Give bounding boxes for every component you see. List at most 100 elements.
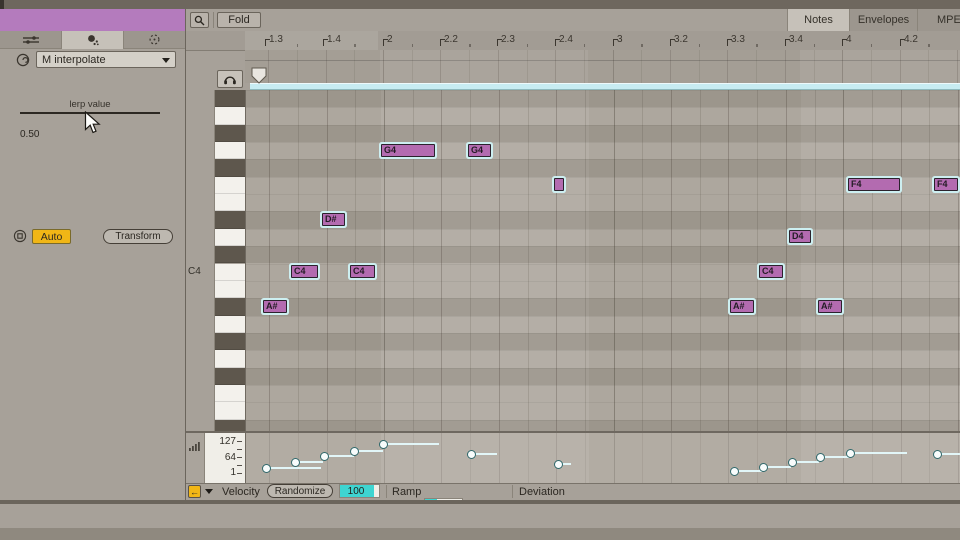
- scrub-area[interactable]: [245, 50, 960, 83]
- grid-line-vertical: [528, 90, 529, 432]
- param-value[interactable]: 0.50: [20, 129, 39, 140]
- ruler-tick-label[interactable]: 2.3: [501, 34, 515, 45]
- device-selector-value: M interpolate: [42, 54, 106, 66]
- grid-line-vertical: [728, 90, 729, 432]
- grid-line-vertical: [786, 433, 787, 483]
- ruler-subdivision-dash: [641, 44, 643, 47]
- grid-line-vertical: [901, 90, 902, 432]
- note-grid[interactable]: [245, 90, 960, 432]
- chevron-down-icon: [162, 58, 170, 63]
- fold-button[interactable]: Fold: [217, 12, 261, 28]
- piano-key-white[interactable]: [215, 350, 245, 367]
- device-tab-modulation[interactable]: [123, 31, 185, 49]
- lane-chooser-arrow[interactable]: [205, 489, 213, 494]
- grid-line-vertical: [528, 433, 529, 483]
- piano-key-white[interactable]: [215, 264, 245, 281]
- velocity-point[interactable]: [730, 467, 739, 476]
- ruler-tick-label[interactable]: 4: [846, 34, 852, 45]
- fold-button-label: Fold: [228, 14, 249, 26]
- ruler-tick-label[interactable]: 2.2: [444, 34, 458, 45]
- piano-key-black[interactable]: [215, 90, 245, 107]
- piano-key-white[interactable]: [215, 316, 245, 333]
- velocity-point[interactable]: [933, 450, 942, 459]
- piano-key-white[interactable]: [215, 385, 245, 402]
- preview-headphone-button[interactable]: [217, 70, 243, 88]
- randomize-button[interactable]: Randomize: [267, 484, 333, 498]
- grid-line-vertical: [671, 433, 672, 483]
- piano-key-white[interactable]: [215, 177, 245, 194]
- zoom-search-button[interactable]: [190, 12, 209, 28]
- ruler-tick-label[interactable]: 3: [617, 34, 623, 45]
- velocity-point[interactable]: [816, 453, 825, 462]
- velocity-point[interactable]: [379, 440, 388, 449]
- piano-keys[interactable]: [214, 90, 245, 432]
- piano-key-black[interactable]: [215, 246, 245, 263]
- device-power-icon[interactable]: [16, 53, 30, 67]
- velocity-point[interactable]: [320, 452, 329, 461]
- auto-mode-icon[interactable]: [13, 229, 27, 243]
- playhead-marker[interactable]: [251, 67, 267, 84]
- ruler-tick-label[interactable]: 1.3: [269, 34, 283, 45]
- velocity-scale-max: 127: [219, 436, 236, 447]
- grid-line-vertical: [499, 433, 500, 483]
- piano-key-white[interactable]: [215, 229, 245, 246]
- beat-time-ruler[interactable]: 1.3 1.4 2 2.2 2.3 2.4 3 3.2 3.3 3.4 4 4.2: [186, 31, 960, 51]
- velocity-duration-line: [850, 452, 907, 454]
- device-title-bar[interactable]: [0, 9, 185, 31]
- grid-line-vertical: [700, 90, 701, 432]
- velocity-point[interactable]: [350, 447, 359, 456]
- piano-key-white[interactable]: [215, 402, 245, 419]
- grid-line-vertical: [555, 50, 556, 83]
- lane-name-label[interactable]: Velocity: [222, 486, 260, 498]
- bar-shading: [800, 50, 960, 83]
- ruler-tick-label[interactable]: 1.4: [327, 34, 341, 45]
- deviation-label: Deviation: [519, 486, 565, 498]
- grid-line-vertical: [929, 433, 930, 483]
- bar-separator-1: [386, 485, 387, 498]
- velocity-point[interactable]: [262, 464, 271, 473]
- velocity-point[interactable]: [788, 458, 797, 467]
- sliders-icon: [23, 35, 39, 45]
- velocity-point[interactable]: [291, 458, 300, 467]
- piano-key-white[interactable]: [215, 107, 245, 124]
- ruler-tick-label[interactable]: 4.2: [904, 34, 918, 45]
- tab-mpe[interactable]: MPE: [917, 9, 960, 31]
- auto-button[interactable]: Auto: [32, 229, 71, 244]
- grid-line-vertical: [901, 433, 902, 483]
- piano-key-black[interactable]: [215, 211, 245, 228]
- black-key-row-stripe: [246, 125, 960, 142]
- piano-key-black[interactable]: [215, 125, 245, 142]
- grid-line-vertical: [355, 433, 356, 483]
- grid-line-vertical: [843, 90, 844, 432]
- ruler-tick-label[interactable]: 3.3: [731, 34, 745, 45]
- velocity-point[interactable]: [554, 460, 563, 469]
- piano-key-white[interactable]: [215, 281, 245, 298]
- row-divider: [246, 368, 960, 369]
- black-key-row-stripe: [246, 211, 960, 228]
- piano-key-white[interactable]: [215, 142, 245, 159]
- left-arrow-icon: ←: [190, 487, 199, 497]
- piano-key-black[interactable]: [215, 333, 245, 350]
- velocity-point[interactable]: [467, 450, 476, 459]
- piano-key-black[interactable]: [215, 298, 245, 315]
- device-selector-dropdown[interactable]: M interpolate: [36, 51, 176, 68]
- ruler-tick-label[interactable]: 2: [387, 34, 393, 45]
- ruler-tick-label[interactable]: 3.4: [789, 34, 803, 45]
- ruler-tick-label[interactable]: 3.2: [674, 34, 688, 45]
- lane-back-button[interactable]: ←: [188, 485, 201, 498]
- ruler-subdivision-dash: [584, 44, 586, 47]
- device-tab-expression[interactable]: [61, 31, 123, 49]
- velocity-point[interactable]: [759, 463, 768, 472]
- velocity-editor[interactable]: [245, 433, 960, 483]
- ruler-tick-label[interactable]: 2.4: [559, 34, 573, 45]
- randomize-amount-field[interactable]: 100: [339, 484, 380, 498]
- piano-key-black[interactable]: [215, 159, 245, 176]
- piano-key-white[interactable]: [215, 194, 245, 211]
- loop-bar[interactable]: [250, 83, 960, 90]
- transform-button[interactable]: Transform: [103, 229, 173, 244]
- device-tab-sliders[interactable]: [0, 31, 61, 49]
- tab-notes[interactable]: Notes: [787, 9, 849, 31]
- tab-envelopes[interactable]: Envelopes: [849, 9, 917, 31]
- piano-key-black[interactable]: [215, 368, 245, 385]
- velocity-point[interactable]: [846, 449, 855, 458]
